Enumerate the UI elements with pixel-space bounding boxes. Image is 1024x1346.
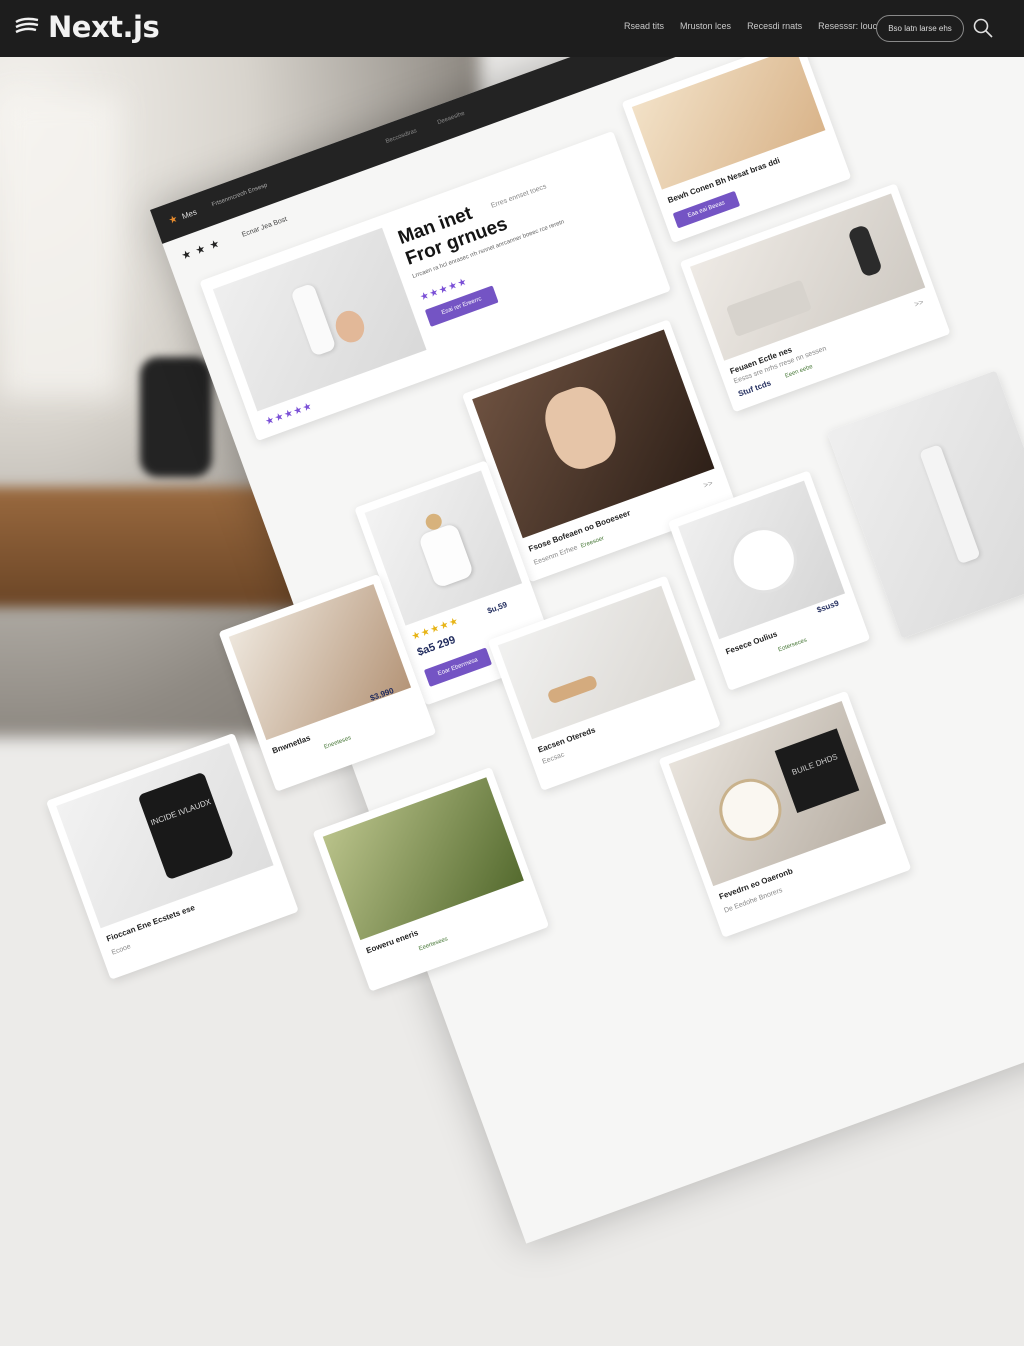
product-title-5: Bnwnetlas [270, 733, 312, 756]
clock-shape [721, 517, 807, 603]
product-tag-3: Ereesoer [580, 535, 606, 550]
nav-link-4[interactable]: Resesssr: louc [818, 21, 877, 31]
vase-shape [417, 522, 475, 589]
chevron-right-icon[interactable]: >> [702, 478, 714, 490]
sofa-shape [725, 279, 812, 337]
mockup-page: ★ Mes Frtsenmcreoh Ensesp Beccosdiras De… [45, 0, 1024, 1244]
logo-text: Next.js [48, 10, 160, 44]
mockup-nav-2[interactable]: Deeaeslhe [437, 111, 466, 126]
jar-shape [331, 306, 369, 347]
website-mockup: ★ Mes Frtsenmcreoh Ensesp Beccosdiras De… [0, 0, 1024, 1244]
product-image-5 [228, 584, 412, 741]
mockup-brand[interactable]: Mes [181, 207, 198, 221]
product-meta-9: Ecooe [110, 943, 132, 957]
top-nav-links: Rsead tits Mruston lces Recesdi rnats Re… [624, 21, 877, 31]
header-cta-button[interactable]: Bso latn larse ehs [876, 15, 964, 42]
hero-side-note: Erres ennset toecs [490, 183, 548, 210]
mockup-brand-icon: ★ [167, 213, 180, 227]
pillow-shape: BUILE DHDS [774, 728, 860, 813]
wall-clock-shape [710, 770, 791, 850]
mockup-nav-1[interactable]: Beccosdiras [385, 128, 418, 145]
product-card-10[interactable]: Eoweru eneris Eeertesees [312, 766, 550, 992]
product-tag-7: Eoterseces [777, 637, 808, 654]
site-logo[interactable]: Next.js [14, 10, 160, 44]
nav-link-2[interactable]: Mruston lces [680, 21, 731, 31]
wood-block-shape [546, 674, 599, 705]
product-card-8[interactable] [826, 370, 1024, 639]
product-meta-6: Eecsac [541, 751, 566, 766]
bottle-shape [290, 282, 337, 357]
top-navigation-bar: Next.js Rsead tits Mruston lces Recesdi … [0, 0, 1024, 57]
face-shape [536, 379, 625, 477]
mug-shape: INCIDE IVLAUDX [137, 771, 235, 881]
nav-link-1[interactable]: Rsead tits [624, 21, 664, 31]
product-tag-2: Eeen eebe [784, 364, 814, 380]
product-card-9[interactable]: INCIDE IVLAUDX Fioccan Ene Ecstets ese E… [45, 732, 299, 980]
product-image-8 [826, 370, 1024, 639]
tube-bottle-shape [918, 444, 981, 565]
chevron-right-icon[interactable]: >> [913, 297, 925, 309]
nav-link-3[interactable]: Recesdi rnats [747, 21, 802, 31]
search-icon[interactable] [972, 17, 994, 39]
mockup-tagline: Frtsenmcreoh Ensesp [211, 182, 269, 209]
product-image-1 [631, 47, 826, 190]
product-tag-5: Eneeteses [323, 735, 353, 751]
hero-image [212, 227, 427, 412]
product-price-small-4: $u,59 [486, 600, 509, 616]
person-shape [847, 223, 884, 278]
star-icon: ★ ★ ★ [179, 237, 223, 263]
product-image-3 [472, 329, 715, 539]
product-tag-10: Eeertesees [418, 936, 449, 953]
mockup-subtitle: Ecnar Jea Bost [241, 215, 289, 239]
nextjs-logo-icon [15, 17, 39, 34]
product-image-10 [322, 777, 524, 941]
product-image-9: INCIDE IVLAUDX [56, 743, 274, 929]
